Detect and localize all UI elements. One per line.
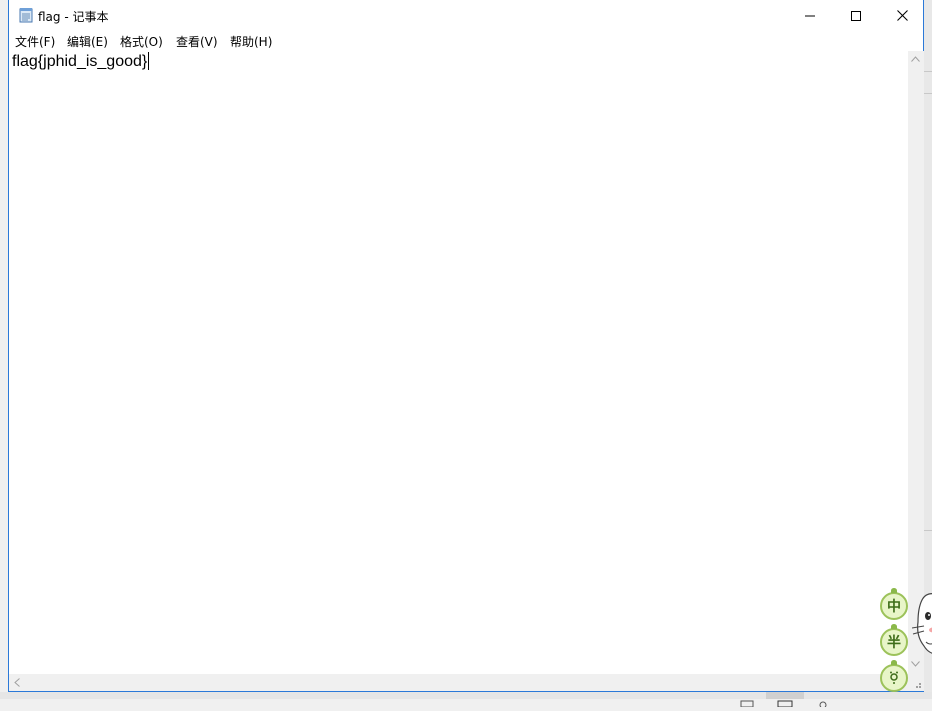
menu-bar: 文件(F) 编辑(E) 格式(O) 查看(V) 帮助(H) bbox=[9, 31, 923, 52]
close-icon bbox=[896, 10, 908, 21]
ime-toolbar: 中 半 bbox=[876, 586, 932, 699]
scroll-left-icon[interactable] bbox=[14, 678, 20, 690]
ime-punctuation-button[interactable] bbox=[880, 664, 908, 692]
horizontal-scrollbar[interactable] bbox=[9, 674, 908, 691]
menu-file[interactable]: 文件(F) bbox=[15, 33, 55, 50]
menu-edit[interactable]: 编辑(E) bbox=[67, 33, 108, 50]
maximize-button[interactable] bbox=[833, 0, 879, 31]
punctuation-icon bbox=[890, 671, 898, 684]
menu-format[interactable]: 格式(O) bbox=[120, 33, 163, 50]
close-button[interactable] bbox=[879, 0, 925, 31]
minimize-button[interactable] bbox=[787, 0, 833, 31]
title-bar[interactable]: flag - 记事本 bbox=[9, 0, 923, 31]
menu-view[interactable]: 查看(V) bbox=[176, 33, 218, 50]
menu-help[interactable]: 帮助(H) bbox=[230, 33, 272, 50]
cat-mascot-icon[interactable] bbox=[911, 586, 932, 656]
vertical-scrollbar[interactable] bbox=[908, 51, 924, 674]
text-editor[interactable]: flag{jphid_is_good} bbox=[9, 51, 908, 674]
taskbar-settings-icon[interactable] bbox=[816, 692, 830, 709]
minimize-icon bbox=[805, 15, 815, 16]
maximize-icon bbox=[851, 10, 861, 21]
editor-text: flag{jphid_is_good} bbox=[12, 53, 148, 70]
scroll-up-icon[interactable] bbox=[911, 55, 920, 65]
editor-content-line[interactable]: flag{jphid_is_good} bbox=[12, 52, 150, 71]
taskbar-app-icon[interactable] bbox=[740, 692, 754, 708]
text-caret bbox=[148, 52, 150, 70]
ime-width-label: 半 bbox=[887, 635, 901, 651]
ime-mode-button[interactable]: 中 bbox=[880, 592, 908, 620]
sprout-icon bbox=[891, 660, 897, 665]
taskbar-active-app-icon[interactable] bbox=[766, 692, 804, 708]
notepad-icon bbox=[19, 7, 33, 23]
sprout-icon bbox=[891, 588, 897, 593]
notepad-window: flag - 记事本 文件(F) 编辑(E) 格式(O) 查看(V) 帮助(H)… bbox=[8, 0, 924, 692]
window-title: flag - 记事本 bbox=[38, 10, 109, 24]
ime-width-button[interactable]: 半 bbox=[880, 628, 908, 656]
ime-mode-label: 中 bbox=[887, 599, 901, 615]
sprout-icon bbox=[891, 624, 897, 629]
